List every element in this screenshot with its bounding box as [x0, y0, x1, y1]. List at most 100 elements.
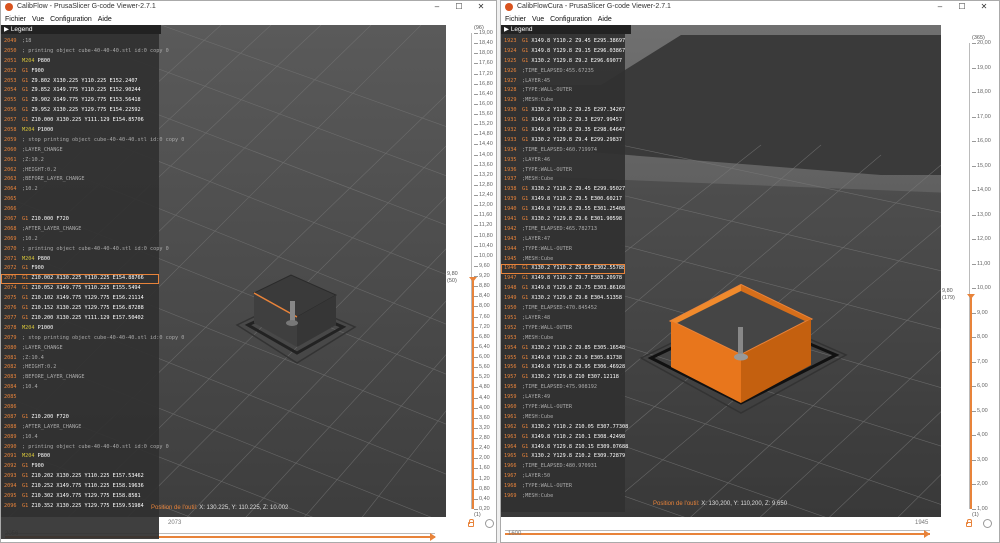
- hslider-thumb[interactable]: [924, 530, 930, 538]
- gear-icon[interactable]: [485, 519, 494, 528]
- gcode-text: ;BEFORE_LAYER_CHANGE: [22, 176, 85, 183]
- slider-tick: [474, 367, 478, 369]
- gcode-line: 2056 G1 Z9.952 X130.225 Y129.775 E154.225…: [1, 106, 159, 116]
- legend-toggle[interactable]: ▶ Legend: [1, 25, 161, 34]
- line-number: 1924: [504, 47, 517, 54]
- menu-fichier[interactable]: Fichier: [505, 16, 526, 23]
- slider-tick-label: 4,40: [479, 394, 490, 401]
- line-number: 2078: [4, 324, 17, 331]
- slider-tick-label: 7,60: [479, 313, 490, 320]
- slider-thumb[interactable]: [469, 277, 477, 282]
- vertical-layer-slider[interactable]: 19,00 18,40 18,00 17,60 17,20 16,80 16,40 16,00…: [446, 25, 496, 542]
- slider-tick-label: 7,20: [479, 323, 490, 330]
- slider-tick-label: 9,00: [977, 309, 988, 316]
- slider-tick: [474, 144, 478, 146]
- line-number: 1935: [504, 156, 517, 163]
- gcode-line: 2090 ; printing object cube-40-40-40.stl …: [1, 443, 169, 453]
- menu-vue[interactable]: Vue: [32, 16, 44, 23]
- minimize-button[interactable]: –: [929, 1, 951, 13]
- menu-aide[interactable]: Aide: [98, 16, 112, 23]
- line-number: 2094: [4, 483, 17, 490]
- close-button[interactable]: ✕: [973, 1, 995, 13]
- slider-tick: [474, 83, 478, 85]
- line-number: 2095: [4, 492, 17, 499]
- slider-tick: [474, 265, 478, 267]
- gcode-line: 1944 ;TYPE:WALL-OUTER: [501, 245, 625, 255]
- slider-tick-label: 0,40: [479, 495, 490, 502]
- maximize-button[interactable]: ☐: [951, 1, 973, 13]
- line-number: 2086: [4, 403, 17, 410]
- line-number: 1962: [504, 423, 517, 430]
- hslider-thumb[interactable]: [430, 533, 436, 541]
- gcode-line: 1942 ;TIME_ELAPSED:465.782713: [501, 225, 625, 235]
- hslider-marker-label: 2073: [168, 520, 182, 526]
- slider-tick-label: 10,00: [479, 252, 493, 259]
- line-number: 1961: [504, 413, 517, 420]
- slider-bottom-label: (1): [474, 512, 481, 518]
- line-number: 2093: [4, 473, 17, 480]
- slider-tick-label: 18,40: [479, 40, 493, 47]
- line-number: 2082: [4, 364, 17, 371]
- line-number: 2054: [4, 87, 17, 94]
- maximize-button[interactable]: ☐: [448, 1, 470, 13]
- 3d-viewport[interactable]: ▶ Legend 2049 ;18 2050 ; printing object cu…: [1, 25, 496, 542]
- line-number: 2096: [4, 502, 17, 509]
- line-number: 1955: [504, 354, 517, 361]
- gcode-line: 2063 ;BEFORE_LAYER_CHANGE: [1, 175, 159, 185]
- gcode-line: 1969 ;MESH:Cube: [501, 492, 625, 502]
- gcode-command: M204: [22, 255, 35, 262]
- slider-tick-label: 4,80: [479, 384, 490, 391]
- gcode-text: ;TIME_ELAPSED:460.719974: [522, 146, 597, 153]
- slider-tick: [474, 387, 478, 389]
- line-number: 2092: [4, 463, 17, 470]
- lock-icon[interactable]: [468, 519, 474, 527]
- slider-fill: [472, 281, 474, 509]
- slider-tick: [474, 154, 478, 156]
- slider-tick: [474, 346, 478, 348]
- horizontal-slider[interactable]: 1600 1945: [505, 520, 930, 542]
- line-number: 2067: [4, 216, 17, 223]
- line-number: 1923: [504, 38, 517, 44]
- slider-tick-label: 17,60: [479, 60, 493, 67]
- app-icon: [505, 3, 513, 11]
- menu-aide[interactable]: Aide: [598, 16, 612, 23]
- slider-tick-label: 13,60: [479, 161, 493, 168]
- 3d-viewport[interactable]: ▶ Legend 1923 G1 X149.8 Y110.2 Z9.45 E295…: [501, 25, 999, 542]
- slider-tick-label: 10,00: [977, 285, 991, 292]
- menu-configuration[interactable]: Configuration: [50, 16, 92, 23]
- gcode-text: Z10.000 X130.225 Y111.129 E154.85706: [28, 117, 144, 124]
- gcode-line: 2062 ;HEIGHT:0.2: [1, 166, 159, 176]
- gcode-text: ;LAYER:50: [522, 473, 551, 480]
- gcode-text: ;HEIGHT:0.2: [22, 166, 57, 173]
- gcode-text: X149.8 Y110.2 Z9.3 E297.99457: [528, 117, 622, 124]
- menu-vue[interactable]: Vue: [532, 16, 544, 23]
- line-number: 2074: [4, 285, 17, 292]
- legend-toggle[interactable]: ▶ Legend: [501, 25, 631, 34]
- slider-tick-label: 8,80: [479, 283, 490, 290]
- gcode-line: 1925 G1 X130.2 Y129.8 Z9.2 E296.69077: [501, 57, 625, 67]
- line-number: 2070: [4, 245, 17, 252]
- lock-icon[interactable]: [966, 519, 972, 527]
- gcode-line: 1952 ;TYPE:WALL-OUTER: [501, 324, 625, 334]
- line-number: 2060: [4, 146, 17, 153]
- gcode-text: ;TIME_ELAPSED:465.782713: [522, 225, 597, 232]
- minimize-button[interactable]: –: [426, 1, 448, 13]
- gcode-line: 2072 G1 F900: [1, 264, 159, 274]
- vertical-layer-slider[interactable]: 20,00 19,00 18,00 17,00 16,00 15,00 14,00 13,00…: [941, 25, 999, 542]
- slider-tick-label: 0,80: [479, 485, 490, 492]
- close-button[interactable]: ✕: [470, 1, 492, 13]
- gcode-text: X130.2 Y110.2 Z9.65 E302.55788: [528, 265, 626, 272]
- line-number: 1951: [504, 314, 517, 321]
- gcode-line: 1964 G1 X149.8 Y129.8 Z10.15 E309.07688: [501, 443, 628, 453]
- menu-configuration[interactable]: Configuration: [550, 16, 592, 23]
- gcode-text: ;TIME_ELAPSED:470.845452: [522, 305, 597, 312]
- menu-fichier[interactable]: Fichier: [5, 16, 26, 23]
- slider-tick: [972, 214, 976, 216]
- gear-icon[interactable]: [983, 519, 992, 528]
- slider-tick: [474, 174, 478, 176]
- gcode-line: 1941 G1 X130.2 Y129.8 Z9.6 E301.90598: [501, 215, 625, 225]
- gcode-command: M204: [22, 453, 35, 460]
- gcode-line: 1953 ;MESH:Cube: [501, 334, 625, 344]
- slider-thumb[interactable]: [967, 294, 975, 299]
- slider-tick-label: 15,60: [479, 111, 493, 118]
